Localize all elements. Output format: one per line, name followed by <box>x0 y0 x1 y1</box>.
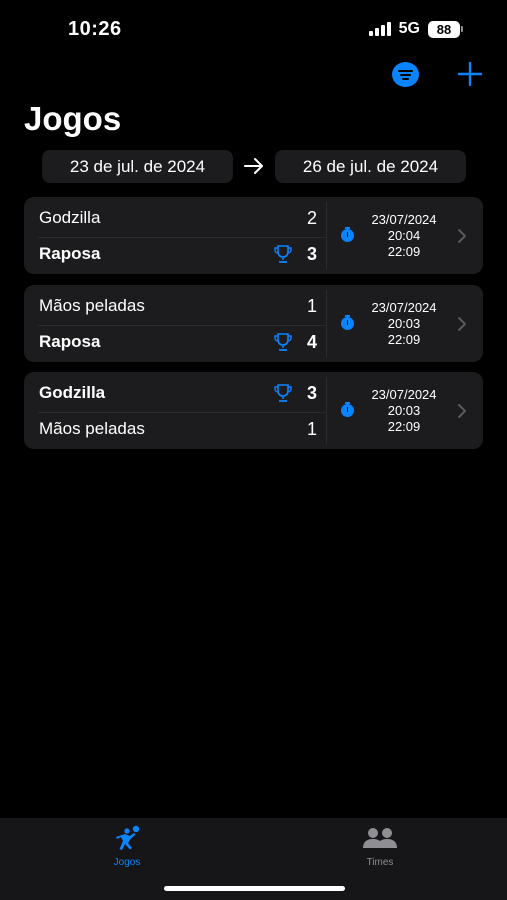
trophy-icon <box>274 245 292 263</box>
chevron-right-icon <box>458 404 466 418</box>
team-name: Godzilla <box>39 208 101 227</box>
game-date: 23/07/2024 <box>371 387 437 402</box>
add-button[interactable] <box>456 60 484 88</box>
game-end-time: 22:09 <box>387 332 421 347</box>
game-card[interactable]: Mãos peladas 1 Raposa 4 23/07/2024 20:03… <box>24 285 483 362</box>
people-icon <box>363 828 397 848</box>
team-score: 1 <box>306 295 317 316</box>
arrow-right-icon <box>244 158 263 174</box>
team-score: 2 <box>306 207 317 228</box>
tab-label: Jogos <box>113 857 141 868</box>
page-title: Jogos <box>24 100 122 137</box>
team-name: Godzilla <box>39 383 106 402</box>
team-name: Raposa <box>39 332 101 351</box>
game-times: 23/07/2024 20:03 22:09 <box>359 300 449 348</box>
game-times: 23/07/2024 20:04 22:09 <box>359 212 449 260</box>
team-score: 3 <box>306 382 317 403</box>
team-name: Raposa <box>39 244 101 263</box>
team-name: Mãos peladas <box>39 296 145 315</box>
team-score: 1 <box>306 418 317 439</box>
tab-label: Times <box>366 857 394 868</box>
team-row: Mãos peladas 1 <box>39 417 317 441</box>
chevron-right-icon <box>458 317 466 331</box>
plus-icon <box>457 61 483 87</box>
team-row: Raposa 4 <box>39 330 317 354</box>
game-times: 23/07/2024 20:03 22:09 <box>359 387 449 435</box>
battery-icon: 88 <box>428 20 463 38</box>
game-start-time: 20:03 <box>387 403 421 418</box>
team-score: 3 <box>306 243 317 264</box>
timer-icon <box>341 315 354 330</box>
trophy-icon <box>274 384 292 402</box>
game-card[interactable]: Godzilla 3 Mãos peladas 1 23/07/2024 20:… <box>24 372 483 449</box>
status-bar: 10:26 5G 88 <box>0 0 507 56</box>
status-time: 10:26 <box>68 18 122 40</box>
status-indicators: 5G 88 <box>368 20 463 38</box>
game-end-time: 22:09 <box>387 244 421 259</box>
volleyball-player-icon <box>116 825 140 850</box>
game-date: 23/07/2024 <box>371 300 437 315</box>
game-start-time: 20:03 <box>387 316 421 331</box>
trophy-icon <box>274 333 292 351</box>
team-score: 4 <box>306 331 317 352</box>
game-start-time: 20:04 <box>387 228 421 243</box>
end-date-picker[interactable]: 26 de jul. de 2024 <box>275 150 466 183</box>
game-date: 23/07/2024 <box>371 212 437 227</box>
team-name: Mãos peladas <box>39 419 145 438</box>
tab-bar: Jogos Times <box>0 818 507 900</box>
tab-times[interactable]: Times <box>320 824 440 868</box>
team-row: Godzilla 3 <box>39 381 317 405</box>
network-type: 5G <box>398 20 420 37</box>
team-row: Mãos peladas 1 <box>39 294 317 318</box>
tab-jogos[interactable]: Jogos <box>67 824 187 868</box>
chevron-right-icon <box>458 229 466 243</box>
timer-icon <box>341 402 354 417</box>
signal-icon <box>368 22 391 36</box>
start-date-picker[interactable]: 23 de jul. de 2024 <box>42 150 233 183</box>
home-indicator <box>164 886 345 891</box>
game-card[interactable]: Godzilla 2 Raposa 3 23/07/2024 20:04 22:… <box>24 197 483 274</box>
game-end-time: 22:09 <box>387 419 421 434</box>
battery-level: 88 <box>428 20 460 38</box>
team-row: Godzilla 2 <box>39 206 317 230</box>
timer-icon <box>341 227 354 242</box>
filter-circle-icon <box>398 69 413 72</box>
filter-button[interactable] <box>392 62 419 87</box>
team-row: Raposa 3 <box>39 242 317 266</box>
